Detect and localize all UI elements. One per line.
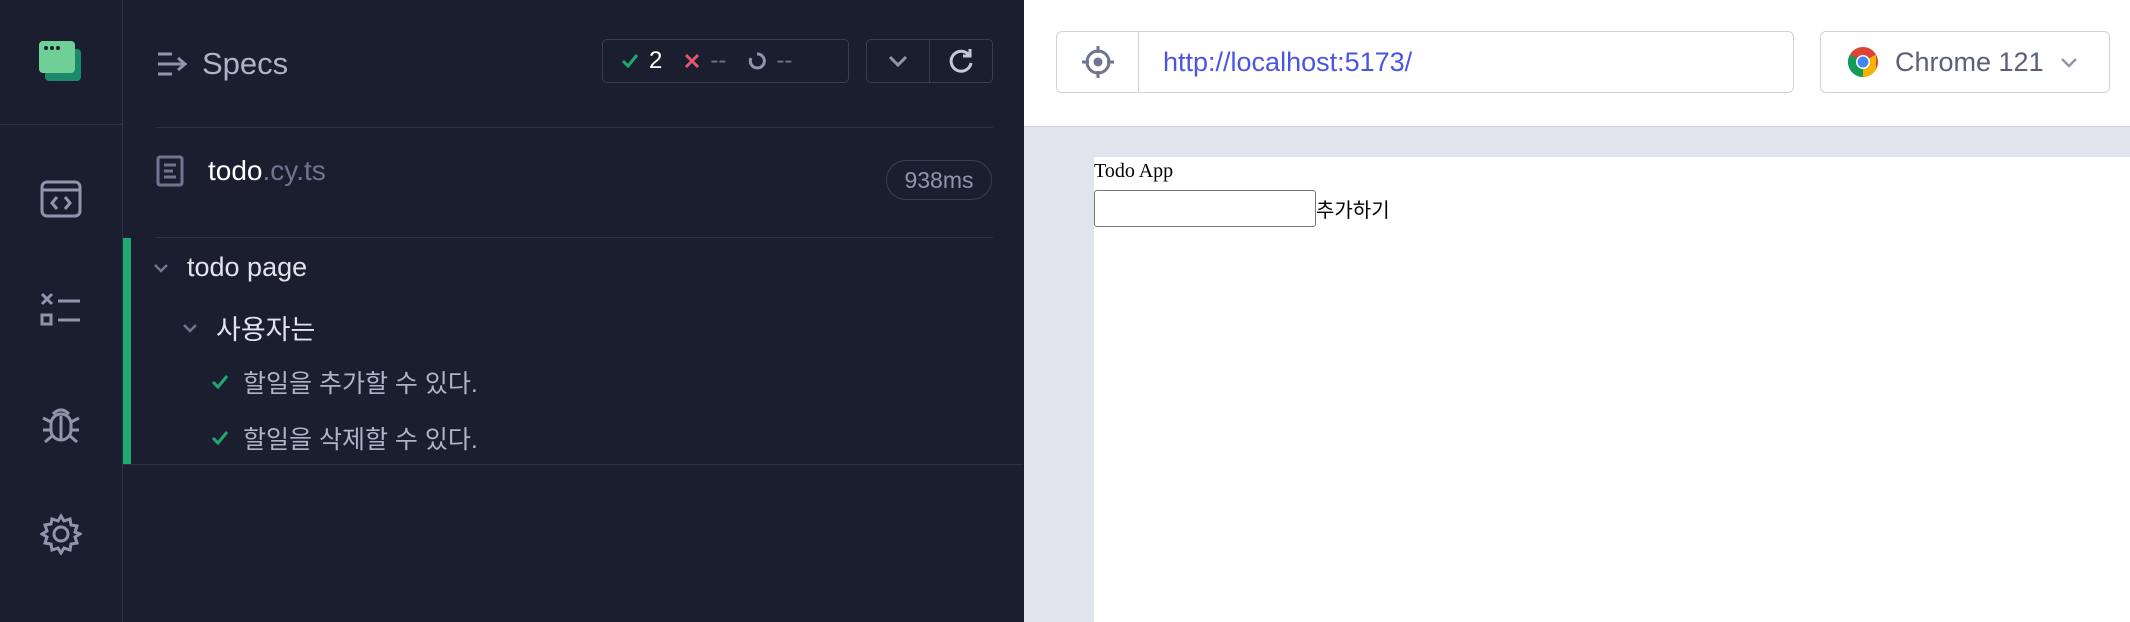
chevron-down-icon bbox=[888, 55, 908, 67]
header-divider bbox=[156, 127, 993, 128]
spinner-icon bbox=[749, 52, 767, 70]
aut-panel: http://localhost:5173/ Chrome 121 Todo A… bbox=[1024, 0, 2130, 622]
x-icon bbox=[685, 53, 700, 69]
cypress-logo[interactable] bbox=[0, 0, 122, 125]
refresh-icon bbox=[949, 49, 973, 73]
passed-count: 2 bbox=[621, 47, 662, 75]
failed-count: -- bbox=[684, 47, 726, 75]
reporter-panel: Specs 2 -- -- todo .cy.ts 938ms todo pag… bbox=[123, 0, 1023, 622]
add-todo-button[interactable]: 추가하기 bbox=[1316, 194, 1390, 223]
app-title: Todo App bbox=[1094, 160, 1174, 182]
checklist-icon bbox=[40, 292, 80, 326]
rerun-button[interactable] bbox=[929, 39, 993, 83]
expand-collapse-button[interactable] bbox=[866, 39, 930, 83]
crosshair-icon bbox=[1081, 46, 1114, 78]
browser-name: Chrome 121 bbox=[1895, 46, 2044, 77]
spec-file-extension: .cy.ts bbox=[262, 155, 326, 186]
spec-file-header[interactable]: todo .cy.ts bbox=[156, 155, 326, 187]
code-window-icon bbox=[40, 180, 82, 218]
app-viewport: Todo App 추가하기 bbox=[1094, 157, 2130, 622]
check-icon bbox=[621, 54, 639, 69]
pending-count: -- bbox=[748, 47, 792, 75]
test-add-todo[interactable]: 할일을 추가할 수 있다. bbox=[211, 364, 478, 400]
nav-runs-button[interactable] bbox=[31, 280, 91, 340]
chrome-icon bbox=[1847, 47, 1878, 77]
check-icon bbox=[211, 431, 229, 446]
bug-icon bbox=[42, 408, 80, 444]
todo-input[interactable] bbox=[1094, 190, 1316, 227]
aut-toolbar: http://localhost:5173/ Chrome 121 bbox=[1024, 0, 2130, 127]
nav-debug-button[interactable] bbox=[31, 393, 91, 453]
suite-user[interactable]: 사용자는 bbox=[182, 308, 315, 347]
selector-playground-button[interactable] bbox=[1056, 31, 1138, 93]
test-delete-todo[interactable]: 할일을 삭제할 수 있다. bbox=[211, 420, 478, 456]
nav-settings-button[interactable] bbox=[31, 504, 91, 564]
specs-list-icon bbox=[158, 52, 188, 76]
test-stats: 2 -- -- bbox=[602, 39, 849, 83]
check-icon bbox=[211, 375, 229, 390]
chevron-down-icon bbox=[154, 263, 168, 273]
test-tree: todo page 사용자는 할일을 추가할 수 있다. 할일을 삭제할 수 있… bbox=[123, 238, 1023, 464]
chevron-down-icon bbox=[2060, 57, 2077, 68]
suite-todo-page[interactable]: todo page bbox=[153, 252, 307, 283]
spec-duration-badge: 938ms bbox=[886, 160, 992, 200]
url-bar[interactable]: http://localhost:5173/ bbox=[1138, 31, 1794, 93]
app-logo-icon bbox=[39, 41, 81, 81]
side-nav bbox=[0, 0, 123, 622]
chevron-down-icon bbox=[183, 323, 197, 333]
passed-state-bar bbox=[123, 238, 131, 464]
specs-header[interactable]: Specs bbox=[158, 40, 288, 88]
browser-selector[interactable]: Chrome 121 bbox=[1820, 31, 2110, 93]
tests-divider bbox=[123, 464, 1023, 465]
nav-specs-button[interactable] bbox=[31, 169, 91, 229]
spec-file-name: todo bbox=[208, 155, 263, 186]
gear-icon bbox=[40, 513, 82, 555]
specs-title: Specs bbox=[202, 46, 289, 81]
document-icon bbox=[156, 155, 184, 187]
